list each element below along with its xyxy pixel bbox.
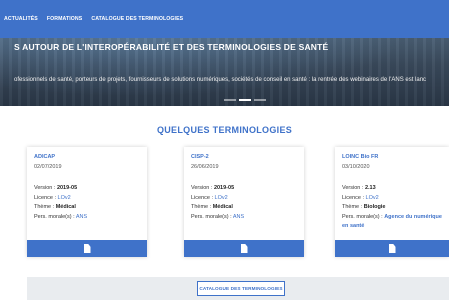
theme-value: Médical [55,204,76,210]
version-label: Version : [34,185,57,191]
version-label: Version : [191,185,214,191]
version-value: 2019-05 [56,185,78,191]
licence-link[interactable]: LOv2 [215,195,228,201]
org-link[interactable]: ANS [76,214,87,220]
terminology-date: 02/07/2019 [34,164,62,170]
terminology-details: Version : 2019-05 Licence : LOv2 Thème :… [191,184,297,222]
org-link[interactable]: ANS [233,214,244,220]
version-row: Version : 2019-05 [191,184,297,194]
hero-text: ofessionnels de santé, porteurs de proje… [14,77,427,83]
terminology-name[interactable]: LOINC Bio FR [342,154,378,160]
version-row: Version : 2019-05 [34,184,140,194]
theme-row: Thème : Médical [34,203,140,213]
terminology-card: CISP-2 26/06/2019 Version : 2019-05 Lice… [184,147,304,257]
version-value: 2.13 [364,185,376,191]
carousel-dot-3[interactable] [254,99,266,101]
terminology-name[interactable]: CISP-2 [191,154,209,160]
nav-item-formations[interactable]: FORMATIONS [47,16,82,22]
document-icon [240,244,248,253]
nav-item-catalogue[interactable]: CATALOGUE DES TERMINOLOGIES [91,16,183,22]
terminology-name[interactable]: ADICAP [34,154,55,160]
card-footer-button[interactable] [27,240,147,257]
theme-value: Médical [212,204,233,210]
theme-value: Biologie [363,204,386,210]
licence-row: Licence : LOv2 [34,194,140,204]
terminology-card: LOINC Bio FR 03/10/2020 Version : 2.13 L… [335,147,449,257]
hero-carousel[interactable]: S AUTOUR DE L'INTEROPÉRABILITÉ ET DES TE… [0,38,449,106]
theme-label: Thème : [191,204,213,210]
hero-title: S AUTOUR DE L'INTEROPÉRABILITÉ ET DES TE… [14,42,329,52]
document-icon [83,244,91,253]
org-row: Pers. morale(s) : ANS [34,213,140,223]
licence-label: Licence : [342,194,366,201]
org-label: Pers. morale(s) : [34,213,76,220]
org-label: Pers. morale(s) : [191,213,233,220]
theme-label: Thème : [342,204,364,210]
org-row: Pers. morale(s) : ANS [191,213,297,223]
theme-label: Thème : [34,204,56,210]
carousel-indicators [224,99,266,101]
terminology-details: Version : 2.13 Licence : LOv2 Thème : Bi… [342,184,442,232]
licence-link[interactable]: LOv2 [58,195,71,201]
licence-label: Licence : [191,194,215,201]
licence-label: Licence : [34,194,58,201]
terminology-date: 26/06/2019 [191,164,219,170]
version-value: 2019-05 [213,185,235,191]
terminology-date: 03/10/2020 [342,164,370,170]
licence-link[interactable]: LOv2 [366,195,379,201]
org-row: Pers. morale(s) : Agence du numérique en… [342,213,442,232]
terminology-details: Version : 2019-05 Licence : LOv2 Thème :… [34,184,140,222]
document-icon [388,244,396,253]
org-label: Pers. morale(s) : [342,213,385,220]
card-footer-button[interactable] [335,240,449,257]
licence-row: Licence : LOv2 [191,194,297,204]
section-title: QUELQUES TERMINOLOGIES [156,125,293,135]
carousel-dot-2[interactable] [239,99,251,101]
nav-item-actualites[interactable]: ACTUALITÉS [4,16,38,22]
card-footer-button[interactable] [184,240,304,257]
theme-row: Thème : Biologie [342,203,442,213]
terminology-card: ADICAP 02/07/2019 Version : 2019-05 Lice… [27,147,147,257]
version-label: Version : [342,185,365,191]
carousel-dot-1[interactable] [224,99,236,101]
theme-row: Thème : Médical [191,203,297,213]
catalog-button[interactable]: CATALOGUE DES TERMINOLOGIES [197,281,285,296]
licence-row: Licence : LOv2 [342,194,442,204]
version-row: Version : 2.13 [342,184,442,194]
top-navigation: ACTUALITÉS FORMATIONS CATALOGUE DES TERM… [0,0,449,38]
